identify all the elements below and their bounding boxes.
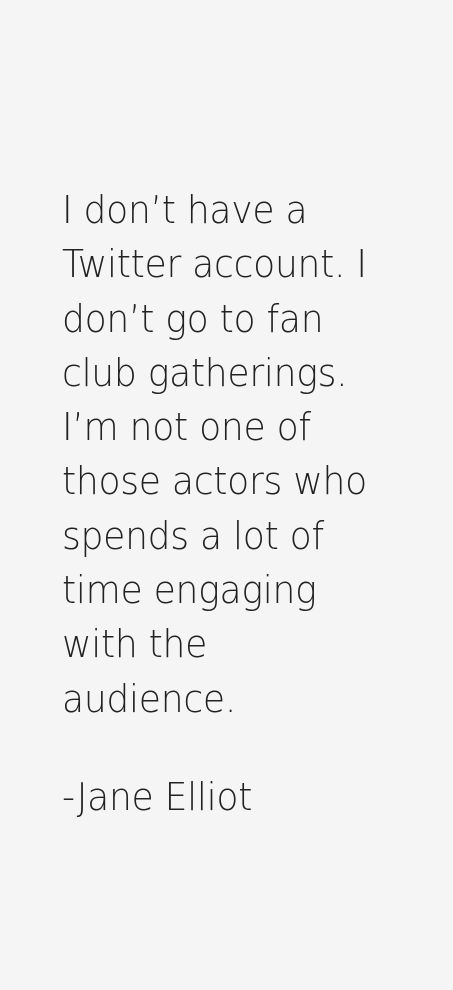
quote-line: time engaging (62, 568, 317, 613)
quote-line: audience. (62, 676, 237, 721)
quote-line: spends a lot of (62, 513, 324, 558)
quote-attribution: -Jane Elliot (62, 775, 253, 819)
quote-line: club gatherings. (62, 350, 348, 395)
quote-line: I’m not one of (62, 405, 311, 450)
quote-text: I don’t have a Twitter account. I don’t … (62, 183, 447, 726)
quote-line: don’t go to fan (62, 296, 324, 341)
quote-card: I don’t have a Twitter account. I don’t … (0, 0, 453, 990)
quote-line: Twitter account. I (62, 242, 367, 287)
quote-line: I don’t have a (62, 188, 308, 232)
quote-line: those actors who (62, 459, 367, 504)
quote-line: with the (62, 622, 208, 667)
